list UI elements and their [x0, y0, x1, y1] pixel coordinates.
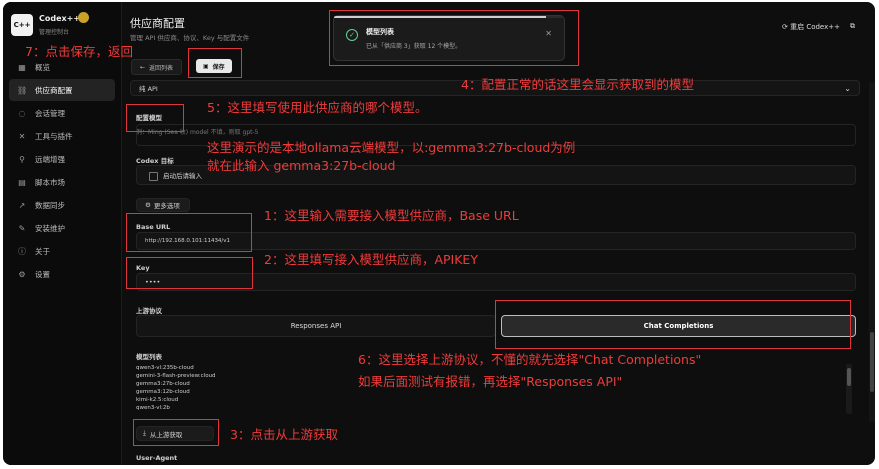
- annotation-1: 1：这里输入需要接入模型供应商，Base URL: [264, 208, 519, 223]
- back-label: 返回列表: [149, 64, 174, 72]
- page-title: 供应商配置: [130, 17, 185, 30]
- model-list[interactable]: qwen3-vl:235b-cloud gemini-3-flash-previ…: [136, 364, 236, 412]
- chevron-down-icon: ⌄: [844, 83, 851, 93]
- protocol-option-label: Responses API: [290, 322, 342, 330]
- list-item[interactable]: gemma3:12b-cloud: [136, 388, 236, 396]
- sidebar-item-tools[interactable]: ✕ 工具与插件: [9, 125, 115, 147]
- restart-button[interactable]: ⟳ 重启 Codex++: [782, 22, 840, 32]
- sidebar-item-label: 供应商配置: [35, 85, 73, 95]
- sidebar-item-providers[interactable]: ⛓ 供应商配置: [9, 79, 115, 101]
- restart-label: 重启 Codex++: [790, 23, 840, 31]
- app-logo: C++: [11, 14, 33, 36]
- arrow-left-icon: ←: [140, 63, 146, 71]
- grid-icon: ▦: [18, 62, 26, 72]
- app-subtitle: 管理控制台: [39, 29, 70, 36]
- codex-checkbox[interactable]: [149, 172, 158, 181]
- sidebar-item-about[interactable]: ⓘ 关于: [9, 240, 115, 262]
- model-list-scroll-thumb[interactable]: [847, 368, 851, 386]
- annotation-box-toast: [329, 10, 579, 66]
- protocol-option-responses[interactable]: Responses API: [136, 315, 496, 337]
- annotation-box-save: [188, 48, 242, 78]
- annotation-5b: 这里演示的是本地ollama云端模型，以:gemma3:27b-cloud为例: [207, 140, 576, 155]
- annotation-3: 3：点击从上游获取: [230, 427, 338, 442]
- sidebar-item-label: 工具与插件: [35, 131, 73, 141]
- window-icon[interactable]: ⧉: [850, 22, 855, 32]
- gear-icon: ⚙: [145, 201, 151, 209]
- protocol-label: 上游协议: [136, 307, 162, 315]
- more-options-label: 更多选项: [153, 202, 180, 210]
- models-label: 模型列表: [136, 353, 162, 361]
- page-scroll-thumb[interactable]: [870, 332, 874, 392]
- annotation-box-key: [126, 257, 253, 289]
- sidebar-item-scripts[interactable]: ▤ 脚本市场: [9, 171, 115, 193]
- page-scrollbar[interactable]: [869, 82, 875, 422]
- annotation-6: 6：这里选择上游协议，不懂的就先选择"Chat Completions": [358, 352, 702, 367]
- annotation-box-fetch: [133, 419, 219, 446]
- sidebar-nav: ▦ 概览 ⛓ 供应商配置 ◌ 会话管理 ✕ 工具与插件 ⚲ 远端增强 ▤ 脚本市…: [9, 56, 115, 286]
- page-subtitle: 管理 API 供应商、协议、Key 与配置文件: [130, 34, 250, 42]
- list-item[interactable]: gemini-3-flash-preview:cloud: [136, 372, 236, 380]
- user-agent-label: User-Agent: [136, 454, 178, 462]
- sidebar-item-label: 会话管理: [35, 108, 65, 118]
- sidebar: C++ Codex++ 管理控制台 ▦ 概览 ⛓ 供应商配置 ◌ 会话管理 ✕ …: [3, 2, 122, 465]
- codex-checkbox-label: 启动后请输入: [163, 172, 202, 180]
- list-item[interactable]: qwen3-vl:2b: [136, 404, 236, 412]
- sidebar-item-label: 远端增强: [35, 154, 65, 164]
- app-name: Codex++: [39, 14, 81, 23]
- api-mode-value: 纯 API: [139, 85, 158, 93]
- chat-icon: ◌: [18, 108, 26, 118]
- annotation-4: 4：配置正常的话这里会显示获取到的模型: [461, 77, 694, 92]
- link-icon: ⛓: [17, 85, 28, 95]
- sidebar-item-label: 设置: [35, 269, 50, 279]
- more-options-button[interactable]: ⚙ 更多选项: [136, 198, 190, 212]
- app-badge-icon: [78, 12, 89, 23]
- back-button[interactable]: ← 返回列表: [131, 59, 183, 75]
- model-list-scrollbar[interactable]: [846, 364, 852, 414]
- list-item[interactable]: kimi-k2.5:cloud: [136, 396, 236, 404]
- sidebar-item-settings[interactable]: ⚙ 设置: [9, 263, 115, 285]
- sidebar-item-label: 数据同步: [35, 200, 65, 210]
- sidebar-item-remote[interactable]: ⚲ 远端增强: [9, 148, 115, 170]
- sidebar-item-sessions[interactable]: ◌ 会话管理: [9, 102, 115, 124]
- info-icon: ⓘ: [18, 246, 26, 256]
- annotation-box-model: [126, 104, 184, 132]
- sidebar-item-sync[interactable]: ↗ 数据同步: [9, 194, 115, 216]
- sidebar-item-label: 关于: [35, 246, 50, 256]
- sync-icon: ↗: [18, 200, 26, 210]
- annotation-7: 7：点击保存，返回: [25, 44, 133, 59]
- wand-icon: ⚲: [19, 154, 25, 164]
- gear-icon: ⚙: [18, 269, 26, 279]
- sidebar-item-label: 脚本市场: [35, 177, 65, 187]
- annotation-6b: 如果后面测试有报错，再选择"Responses API": [358, 374, 623, 389]
- sidebar-item-label: 安装维护: [35, 223, 65, 233]
- sidebar-item-label: 概览: [35, 62, 50, 72]
- annotation-box-base-url: [126, 213, 252, 252]
- list-item[interactable]: gemma3:27b-cloud: [136, 380, 236, 388]
- annotation-2: 2：这里填写接入模型供应商，APIKEY: [264, 252, 478, 267]
- list-item[interactable]: qwen3-vl:235b-cloud: [136, 364, 236, 372]
- codex-label: Codex 目标: [136, 157, 174, 165]
- annotation-5: 5：这里填写使用此供应商的哪个模型。: [207, 100, 428, 115]
- tools-icon: ✕: [18, 131, 26, 141]
- header-actions: ⟳ 重启 Codex++ ⧉: [782, 22, 855, 32]
- annotation-box-protocol: [495, 300, 851, 349]
- doc-icon: ▤: [18, 177, 26, 187]
- sidebar-item-maintenance[interactable]: ✎ 安装维护: [9, 217, 115, 239]
- annotation-5c: 就在此输入 gemma3:27b-cloud: [207, 158, 396, 173]
- wrench-icon: ✎: [18, 223, 26, 233]
